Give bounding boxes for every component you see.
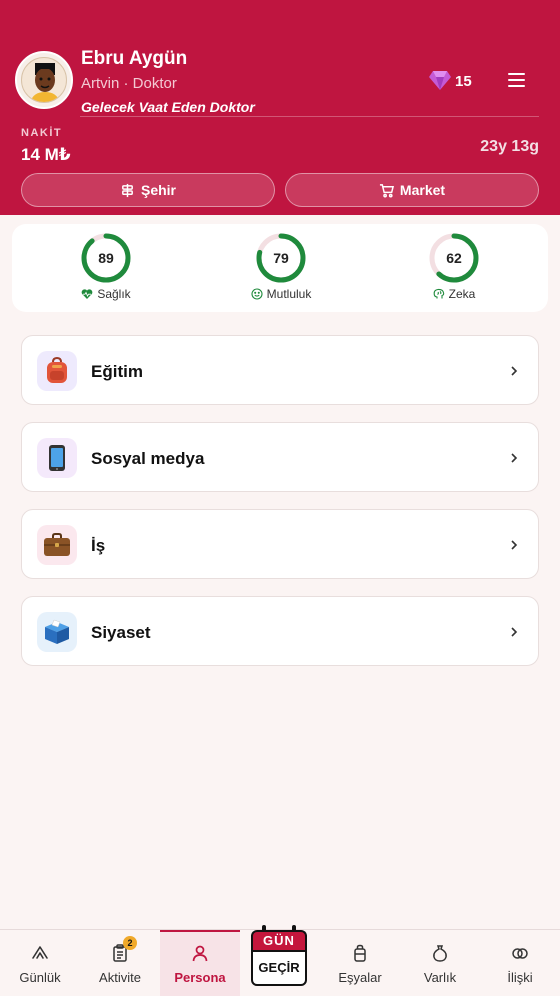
menu-icon[interactable] <box>508 73 525 87</box>
chevron-right-icon <box>511 453 518 463</box>
bag-icon <box>354 944 366 962</box>
nav-items-label: Eşyalar <box>338 970 382 985</box>
smile-icon <box>251 288 263 300</box>
nav-activity[interactable]: 2 Aktivite <box>80 930 160 996</box>
profile-header: Ebru Aygün Artvin · Doktor Gelecek Vaat … <box>0 0 560 215</box>
rings-icon <box>512 948 528 959</box>
profile-title: Gelecek Vaat Eden Doktor <box>81 99 255 115</box>
market-button-label: Market <box>399 182 446 198</box>
nav-items[interactable]: Eşyalar <box>320 930 400 996</box>
trend-icon <box>32 946 48 959</box>
city-button-label: Şehir <box>140 182 176 198</box>
header-divider <box>80 116 539 117</box>
nav-daily-label: Günlük <box>19 970 61 985</box>
stat-intelligence[interactable]: 62 Zeka <box>404 232 504 301</box>
chevron-right-icon <box>511 366 518 376</box>
phone-icon <box>37 438 77 478</box>
card-politics-label: Siyaset <box>91 623 151 642</box>
market-button[interactable]: Market <box>285 173 539 207</box>
diamond-icon <box>429 71 451 90</box>
calendar-top-label: GÜN <box>251 930 307 950</box>
profile-name: Ebru Aygün <box>81 48 188 69</box>
intelligence-ring: 62 <box>428 232 480 284</box>
city-button[interactable]: Şehir <box>21 173 275 207</box>
age-display: 23y 13g <box>480 138 539 155</box>
health-label: Sağlık <box>97 287 131 301</box>
card-social-media-label: Sosyal medya <box>91 449 205 468</box>
nav-activity-label: Aktivite <box>99 970 141 985</box>
intelligence-value: 62 <box>446 250 462 266</box>
signpost-icon <box>122 183 133 197</box>
health-ring: 89 <box>80 232 132 284</box>
nav-daily[interactable]: Günlük <box>0 930 80 996</box>
card-education[interactable]: Eğitim <box>21 335 539 405</box>
heart-pulse-icon <box>81 289 93 299</box>
chevron-right-icon <box>511 627 518 637</box>
stat-happiness[interactable]: 79 Mutluluk <box>231 232 331 301</box>
briefcase-icon <box>37 525 77 565</box>
happiness-ring: 79 <box>255 232 307 284</box>
health-value: 89 <box>98 250 114 266</box>
nav-persona[interactable]: Persona <box>160 930 240 996</box>
card-social-media[interactable]: Sosyal medya <box>21 422 539 492</box>
card-politics[interactable]: Siyaset <box>21 596 539 666</box>
cash-value: 14 M₺ <box>21 145 71 164</box>
intelligence-label: Zeka <box>448 287 476 301</box>
profile-subtitle: Artvin · Doktor <box>81 75 177 92</box>
cash-label: NAKİT <box>21 127 63 139</box>
happiness-label: Mutluluk <box>266 287 312 301</box>
activity-badge: 2 <box>123 936 137 950</box>
nav-relationship[interactable]: İlişki <box>480 930 560 996</box>
card-education-label: Eğitim <box>91 362 143 381</box>
next-day-button[interactable]: GÜN GEÇİR <box>248 924 310 990</box>
stat-health[interactable]: 89 Sağlık <box>56 232 156 301</box>
nav-assets[interactable]: Varlık <box>400 930 480 996</box>
ballot-box-icon <box>37 612 77 652</box>
card-work[interactable]: İş <box>21 509 539 579</box>
calendar-bottom-label: GEÇİR <box>251 950 307 986</box>
gem-count: 15 <box>455 73 472 90</box>
chevron-right-icon <box>511 540 518 550</box>
happiness-value: 79 <box>273 250 289 266</box>
card-work-label: İş <box>91 536 106 555</box>
nav-persona-label: Persona <box>174 970 226 985</box>
money-bag-icon <box>433 945 447 962</box>
stats-panel: 89 Sağlık 79 Mutluluk 62 Zeka <box>12 224 548 312</box>
backpack-icon <box>37 351 77 391</box>
nav-relationship-label: İlişki <box>507 970 533 985</box>
avatar[interactable] <box>15 51 73 109</box>
person-icon <box>192 945 208 962</box>
cart-icon <box>379 183 394 198</box>
nav-assets-label: Varlık <box>423 970 457 985</box>
brain-icon <box>433 288 444 299</box>
